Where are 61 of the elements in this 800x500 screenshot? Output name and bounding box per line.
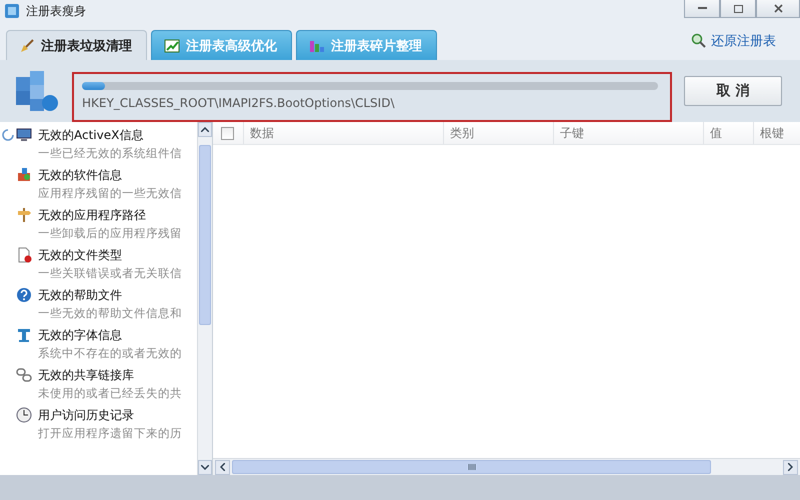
column-header[interactable]: 数据 — [243, 122, 443, 144]
category-title: 无效的文件类型 — [38, 246, 123, 264]
minimize-icon — [698, 7, 706, 10]
tab[interactable]: 注册表垃圾清理 — [6, 30, 147, 60]
category-title: 无效的应用程序路径 — [38, 206, 147, 224]
category-title: 用户访问历史记录 — [38, 406, 135, 424]
maximize-button[interactable] — [720, 0, 756, 18]
maximize-icon — [734, 4, 742, 12]
chevron-up-icon — [201, 127, 209, 132]
minimize-button[interactable] — [684, 0, 720, 18]
category-item[interactable]: 无效的软件信息 应用程序残留的一些无效信 — [0, 162, 197, 202]
category-item[interactable]: 无效的应用程序路径 一些卸载后的应用程序残留 — [0, 202, 197, 242]
help-icon — [16, 287, 32, 303]
column-header[interactable]: 根键 — [753, 122, 800, 144]
clock-icon — [16, 407, 32, 423]
category-item[interactable]: 无效的共享链接库 未使用的或者已经丢失的共 — [0, 362, 197, 402]
category-item[interactable]: 无效的字体信息 系统中不存在的或者无效的 — [0, 322, 197, 362]
close-icon — [774, 4, 782, 13]
loading-spinner-icon — [2, 129, 14, 141]
chevron-left-icon — [220, 463, 225, 471]
grip-icon — [468, 464, 476, 470]
file-warning-icon — [16, 247, 32, 263]
registry-path: HKEY_CLASSES_ROOT\IMAPI2FS.BootOptions\CLSID\ — [82, 96, 396, 110]
signpost-icon — [16, 207, 32, 223]
category-description: 一些关联错误或者无关联信 — [38, 266, 183, 280]
category-description: 一些卸载后的应用程序残留 — [38, 226, 183, 240]
column-header[interactable]: 子键 — [553, 122, 703, 144]
category-item[interactable]: 无效的文件类型 一些关联错误或者无关联信 — [0, 242, 197, 282]
broom-icon — [19, 38, 35, 54]
column-header[interactable]: 类别 — [443, 122, 553, 144]
category-title: 无效的帮助文件 — [38, 286, 123, 304]
chain-link-icon — [16, 367, 32, 383]
search-icon — [691, 33, 707, 49]
chevron-down-icon — [201, 465, 209, 470]
category-title: 无效的共享链接库 — [38, 366, 135, 384]
category-title: 无效的字体信息 — [38, 326, 123, 344]
category-item[interactable]: 用户访问历史记录 打开应用程序遗留下来的历 — [0, 402, 197, 442]
restore-registry-link[interactable]: 还原注册表 — [691, 32, 776, 50]
column-header[interactable]: 值 — [703, 122, 753, 144]
category-description: 系统中不存在的或者无效的 — [38, 346, 183, 360]
horizontal-scrollbar[interactable] — [213, 458, 800, 475]
font-icon — [16, 327, 32, 343]
window-title: 注册表瘦身 — [26, 2, 86, 20]
chart-icon — [164, 38, 180, 54]
category-item[interactable]: 无效的帮助文件 一些无效的帮助文件信息和 — [0, 282, 197, 322]
category-item[interactable]: 无效的ActiveX信息 一些已经无效的系统组件信 — [0, 122, 197, 162]
cancel-button[interactable]: 取 消 — [684, 76, 782, 106]
category-description: 应用程序残留的一些无效信 — [38, 186, 183, 200]
vertical-scrollbar[interactable] — [197, 122, 212, 475]
chevron-right-icon — [788, 463, 793, 471]
app-cube-icon — [4, 3, 20, 19]
monitor-icon — [16, 127, 32, 143]
category-description: 一些无效的帮助文件信息和 — [38, 306, 183, 320]
close-button[interactable] — [756, 0, 800, 18]
software-box-icon — [16, 167, 32, 183]
category-description: 一些已经无效的系统组件信 — [38, 146, 183, 160]
category-description: 打开应用程序遗留下来的历 — [38, 426, 183, 440]
category-title: 无效的软件信息 — [38, 166, 123, 184]
category-title: 无效的ActiveX信息 — [38, 126, 144, 144]
category-description: 未使用的或者已经丢失的共 — [38, 386, 183, 400]
select-all-checkbox[interactable] — [221, 127, 234, 140]
